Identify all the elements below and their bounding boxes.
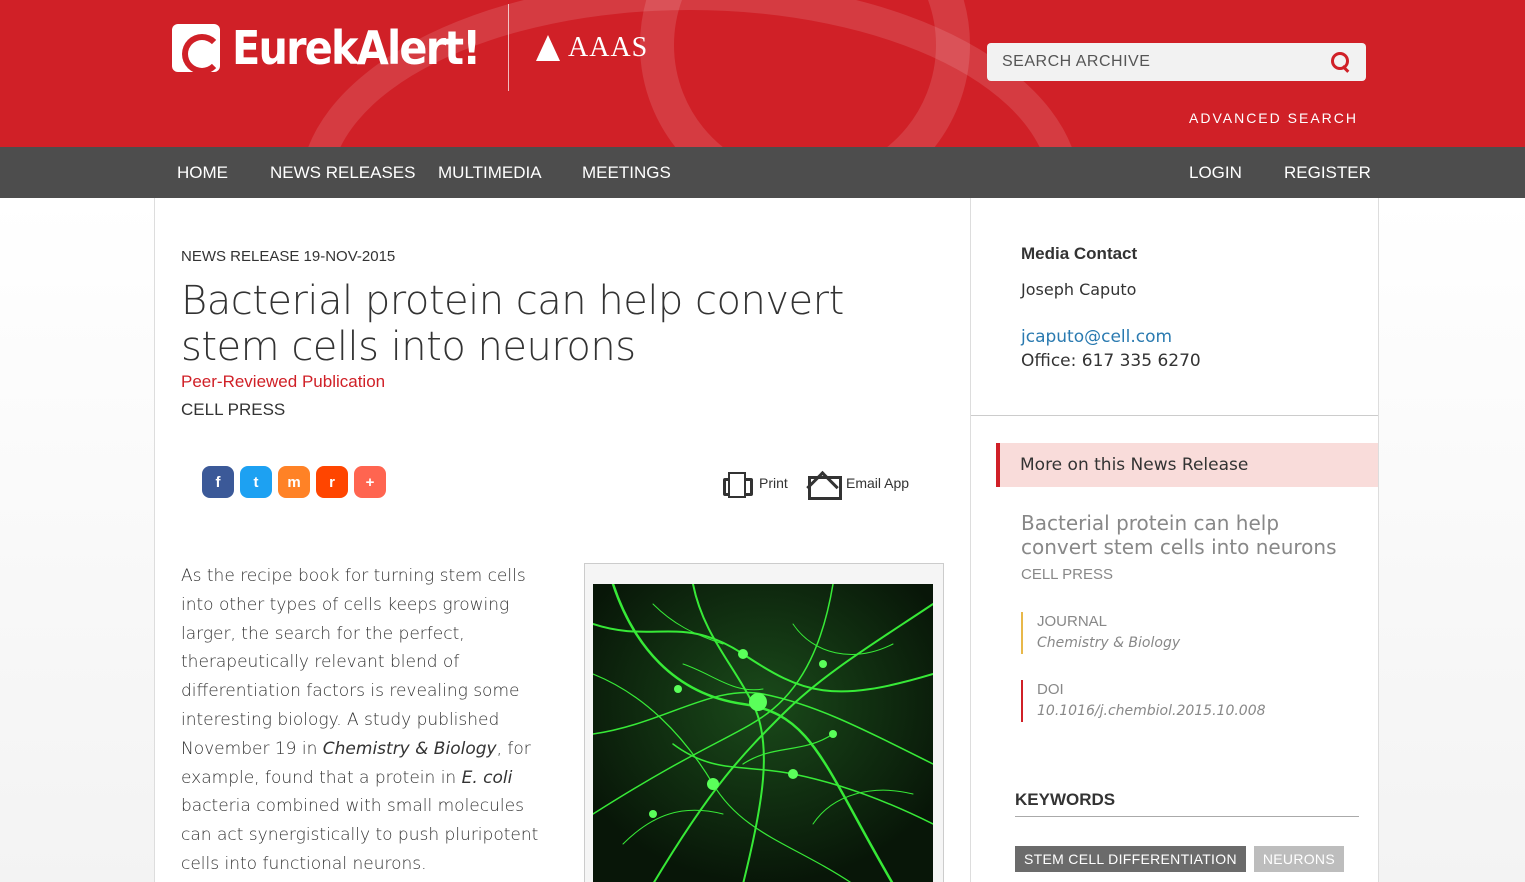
search-bar — [987, 43, 1366, 81]
keyword-tag-stem-cell-differentiation[interactable]: STEM CELL DIFFERENTIATION — [1015, 846, 1246, 872]
article-column: NEWS RELEASE 19-NOV-2015 Bacterial prote… — [154, 198, 971, 882]
print-label: Print — [759, 475, 788, 491]
twitter-share-button[interactable]: t — [240, 466, 272, 498]
article-figure[interactable] — [584, 563, 944, 882]
eurekalert-logo[interactable]: EurekAlert! — [172, 18, 507, 78]
contact-name: Joseph Caputo — [1021, 280, 1137, 299]
related-institution: CELL PRESS — [1021, 566, 1113, 583]
logo-text: EurekAlert! — [232, 21, 481, 75]
media-contact-title: Media Contact — [1021, 244, 1138, 263]
more-on-release-title: More on this News Release — [1020, 455, 1249, 475]
aaas-logo[interactable]: AAAS — [534, 32, 648, 64]
nav-login[interactable]: LOGIN — [1189, 147, 1242, 198]
email-app-label: Email App — [846, 475, 910, 491]
nav-home[interactable]: HOME — [177, 147, 228, 198]
print-button[interactable]: Print — [723, 472, 788, 498]
reddit-share-button[interactable]: r — [316, 466, 348, 498]
main-nav: HOME NEWS RELEASES MULTIMEDIA MEETINGS L… — [0, 147, 1525, 198]
logo-divider — [508, 4, 509, 91]
nav-multimedia[interactable]: MULTIMEDIA — [438, 147, 542, 198]
publication-type: Peer-Reviewed Publication — [181, 372, 386, 391]
doi-value[interactable]: 10.1016/j.chembiol.2015.10.008 — [1037, 700, 1266, 722]
nav-register[interactable]: REGISTER — [1284, 147, 1371, 198]
twitter-icon: t — [253, 473, 259, 491]
mix-share-button[interactable]: m — [278, 466, 310, 498]
keyword-tags: STEM CELL DIFFERENTIATION NEURONS — [1015, 846, 1344, 872]
mix-icon: m — [287, 473, 301, 491]
keywords-title: KEYWORDS — [1015, 790, 1359, 817]
neuron-fluorescence-image[interactable] — [593, 584, 933, 882]
related-release-title-link[interactable]: Bacterial protein can help convert stem … — [1021, 511, 1351, 559]
more-on-release-header: More on this News Release — [996, 443, 1378, 487]
doi-detail: DOI 10.1016/j.chembiol.2015.10.008 — [1021, 680, 1266, 722]
facebook-icon: f — [215, 473, 221, 491]
release-date: NEWS RELEASE 19-NOV-2015 — [181, 248, 396, 265]
envelope-icon — [808, 470, 842, 500]
aaas-logo-text: AAAS — [568, 32, 649, 63]
email-app-button[interactable]: Email App — [808, 470, 910, 500]
sidebar-divider — [971, 415, 1378, 416]
body-text-part: As the recipe book for turning stem cell… — [181, 566, 526, 759]
doi-label: DOI — [1037, 681, 1064, 698]
printer-icon — [723, 472, 753, 498]
institution: CELL PRESS — [181, 400, 286, 419]
search-input[interactable] — [1002, 53, 1331, 71]
species-name: E. coli — [461, 767, 513, 788]
reddit-icon: r — [329, 473, 335, 491]
eurekalert-logo-icon — [172, 24, 220, 72]
more-share-button[interactable]: + — [354, 466, 386, 498]
nav-meetings[interactable]: MEETINGS — [582, 147, 671, 198]
article-title: Bacterial protein can help convert stem … — [181, 278, 844, 370]
journal-value: Chemistry & Biology — [1037, 635, 1181, 651]
article-body: As the recipe book for turning stem cell… — [181, 562, 551, 879]
plus-icon: + — [365, 473, 375, 491]
keyword-tag-neurons[interactable]: NEURONS — [1253, 846, 1344, 872]
site-header: EurekAlert! AAAS ADVANCED SEARCH — [0, 0, 1525, 147]
contact-phone: Office: 617 335 6270 — [1021, 351, 1201, 371]
journal-label: JOURNAL — [1037, 613, 1108, 630]
contact-email-link[interactable]: jcaputo@cell.com — [1021, 327, 1172, 347]
journal-detail: JOURNAL Chemistry & Biology — [1021, 612, 1180, 654]
aaas-logo-icon — [534, 35, 564, 61]
facebook-share-button[interactable]: f — [202, 466, 234, 498]
nav-news-releases[interactable]: NEWS RELEASES — [270, 147, 416, 198]
sidebar: Media Contact Joseph Caputo jcaputo@cell… — [971, 198, 1379, 882]
journal-name: Chemistry & Biology — [322, 738, 497, 759]
search-icon[interactable] — [1331, 52, 1351, 72]
body-text-part: bacteria combined with small molecules c… — [181, 796, 539, 874]
share-buttons: f t m r + — [202, 466, 386, 498]
advanced-search-link[interactable]: ADVANCED SEARCH — [1189, 110, 1358, 126]
neuron-image-drawing — [593, 584, 933, 882]
